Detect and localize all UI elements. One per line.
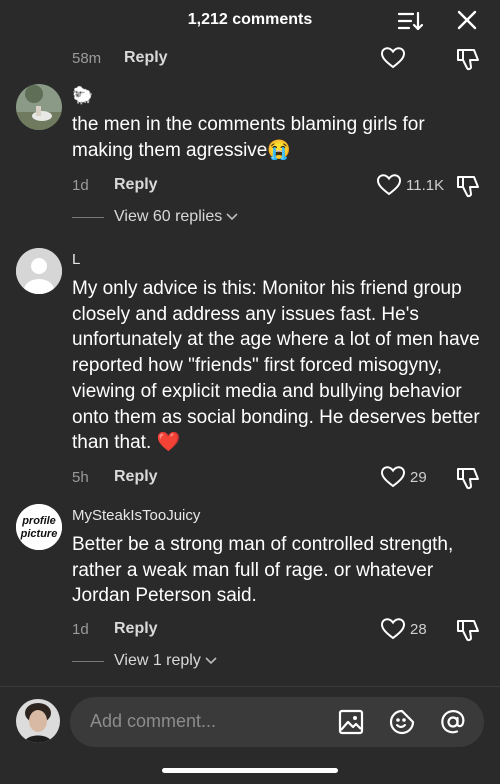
comment-item: L My only advice is this: Monitor his fr… (0, 248, 500, 490)
comment-time: 58m (72, 50, 102, 67)
username[interactable]: MySteakIsTooJuicy (72, 507, 200, 524)
avatar-text-line1: profile (21, 515, 56, 527)
top-comment-meta: 58m Reply (0, 47, 500, 71)
comment-meta: 1d Reply 28 (0, 618, 500, 642)
view-replies-button[interactable]: View 60 replies (72, 208, 238, 226)
avatar[interactable] (16, 84, 62, 130)
like-count: 29 (410, 469, 427, 486)
view-replies-label: View 60 replies (114, 208, 223, 226)
avatar-text-line2: picture (20, 528, 58, 540)
comments-header: 1,212 comments (0, 0, 500, 40)
like-count: 11.1K (406, 177, 445, 194)
close-icon[interactable] (456, 9, 478, 31)
comments-count-title: 1,212 comments (187, 11, 313, 28)
sort-icon[interactable] (397, 10, 424, 32)
chevron-down-icon (226, 208, 238, 226)
chevron-down-icon (205, 652, 217, 670)
username[interactable]: L (72, 251, 80, 268)
comment-text: Better be a strong man of controlled str… (72, 534, 454, 607)
reply-button[interactable]: Reply (114, 620, 158, 638)
comment-time: 1d (72, 177, 89, 194)
comment-composer: Add comment... (0, 687, 500, 784)
heart-icon[interactable] (381, 618, 405, 640)
view-replies-label: View 1 reply (114, 652, 201, 670)
reply-button[interactable]: Reply (114, 468, 158, 486)
dislike-icon[interactable] (456, 174, 480, 202)
comment-input-placeholder: Add comment... (90, 711, 217, 731)
heart-icon[interactable] (381, 47, 405, 69)
heart-icon[interactable] (381, 466, 405, 488)
avatar (16, 699, 60, 743)
comment-time: 1d (72, 621, 89, 638)
replies-divider (72, 216, 104, 218)
image-icon[interactable] (338, 709, 364, 735)
comment-meta: 5h Reply 29 (0, 466, 500, 490)
home-indicator (162, 768, 338, 773)
avatar[interactable] (16, 248, 62, 294)
dislike-icon[interactable] (456, 618, 480, 646)
username[interactable]: 🐑 (72, 86, 93, 106)
reply-button[interactable]: Reply (124, 49, 168, 67)
comment-text: the men in the comments blaming girls fo… (72, 114, 425, 161)
avatar[interactable]: profile picture (16, 504, 62, 550)
comment-time: 5h (72, 469, 89, 486)
comment-text: My only advice is this: Monitor his frie… (72, 278, 480, 454)
heart-icon[interactable] (377, 174, 401, 196)
dislike-icon[interactable] (456, 466, 480, 494)
reply-button[interactable]: Reply (114, 176, 158, 194)
emoji-icon[interactable] (389, 709, 415, 735)
replies-divider (72, 660, 104, 662)
comment-input[interactable]: Add comment... (70, 697, 484, 747)
like-count: 28 (410, 621, 427, 638)
comment-meta: 1d Reply 11.1K (0, 174, 500, 198)
mention-icon[interactable] (440, 709, 466, 735)
comment-item: profile picture MySteakIsTooJuicy Better… (0, 504, 500, 680)
view-replies-button[interactable]: View 1 reply (72, 652, 217, 670)
comment-item: 🐑 the men in the comments blaming girls … (0, 84, 500, 234)
dislike-icon[interactable] (456, 47, 480, 75)
